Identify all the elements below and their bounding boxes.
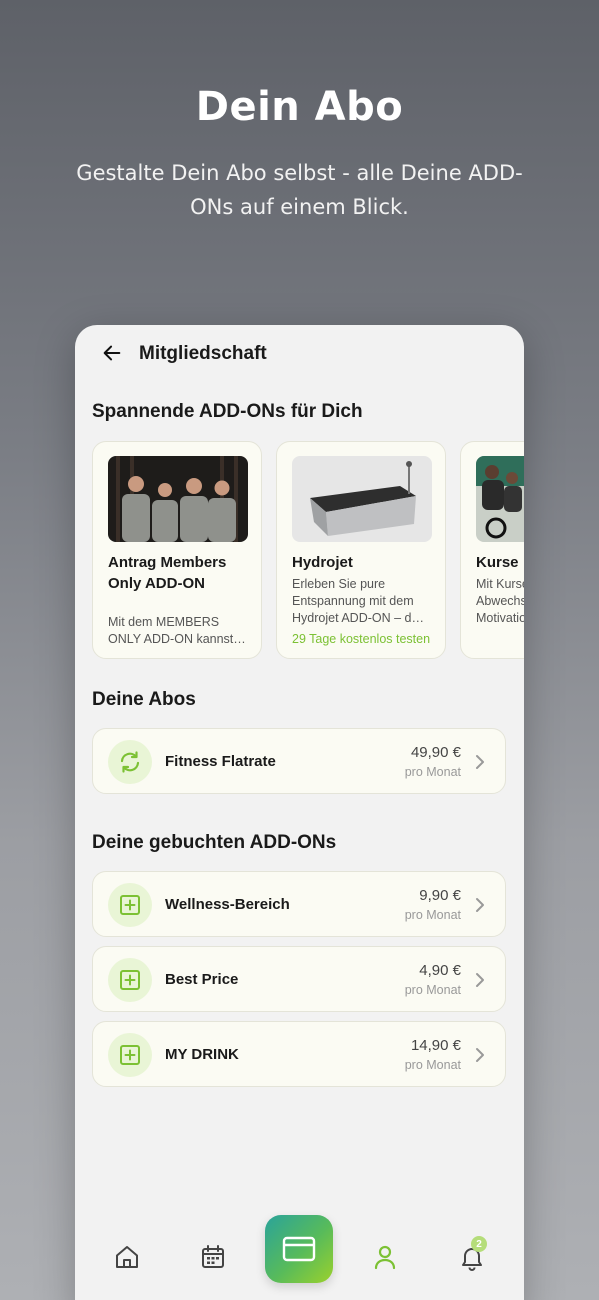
arrow-left-icon[interactable] [101, 342, 123, 364]
addons-section-title: Spannende ADD-ONs für Dich [92, 401, 363, 422]
phone-screen: Mitgliedschaft Spannende ADD-ONs für Dic… [75, 325, 524, 1300]
hero-subtitle: Gestalte Dein Abo selbst - alle Deine AD… [76, 161, 523, 219]
notification-badge: 2 [471, 1236, 487, 1252]
abos-section-title: Deine Abos [92, 689, 196, 710]
addon-price: 9,90 € [419, 887, 461, 904]
profile-icon[interactable] [371, 1243, 399, 1271]
addon-period: pro Monat [404, 908, 461, 922]
addon-title: Antrag Members Only ADD-ON [108, 554, 227, 592]
plus-square-icon [108, 958, 152, 1002]
chevron-right-icon [476, 973, 484, 987]
plus-square-icon [108, 1033, 152, 1077]
card-icon [282, 1236, 316, 1262]
addon-card-kurse[interactable]: Kurse Mit Kursen mehr Abwechslung und Mo… [460, 441, 524, 659]
chevron-right-icon [476, 755, 484, 769]
addon-title: Hydrojet [292, 554, 353, 571]
plus-square-icon [108, 883, 152, 927]
addon-price: 4,90 € [419, 962, 461, 979]
addon-description: Mit Kursen mehr Abwechslung und Motivati… [476, 577, 524, 625]
addon-name: Wellness-Bereich [165, 896, 290, 913]
addon-card-hydrojet[interactable]: Hydrojet Erleben Sie pure Entspannung mi… [276, 441, 446, 659]
abo-period: pro Monat [404, 765, 461, 779]
chevron-right-icon [476, 898, 484, 912]
page-title: Mitgliedschaft [139, 343, 267, 364]
home-icon[interactable] [113, 1243, 141, 1271]
addon-period: pro Monat [404, 983, 461, 997]
chevron-right-icon [476, 1048, 484, 1062]
addon-description: Mit dem MEMBERS ONLY ADD-ON kannst… [108, 615, 246, 646]
abo-item-fitness-flatrate[interactable]: Fitness Flatrate 49,90 € pro Monat [92, 728, 506, 794]
app-bar: Mitgliedschaft [75, 325, 524, 383]
addon-image-kurse [476, 456, 524, 542]
addon-name: MY DRINK [165, 1046, 239, 1063]
refresh-icon [108, 740, 152, 784]
booked-item-my-drink[interactable]: MY DRINK 14,90 € pro Monat [92, 1021, 506, 1087]
booked-section-title: Deine gebuchten ADD-ONs [92, 832, 337, 853]
addon-description: Erleben Sie pure Entspannung mit dem Hyd… [292, 577, 424, 625]
booked-item-best-price[interactable]: Best Price 4,90 € pro Monat [92, 946, 506, 1012]
addon-card-members-only[interactable]: Antrag Members Only ADD-ON Mit dem MEMBE… [92, 441, 262, 659]
bottom-navigation: 2 [75, 1205, 524, 1300]
addon-image-hydrojet [292, 456, 432, 542]
addon-name: Best Price [165, 971, 239, 988]
abo-price: 49,90 € [410, 744, 461, 761]
addon-image-team [108, 456, 248, 542]
calendar-icon[interactable] [199, 1243, 227, 1271]
addon-carousel[interactable]: Antrag Members Only ADD-ON Mit dem MEMBE… [92, 441, 524, 661]
booked-item-wellness[interactable]: Wellness-Bereich 9,90 € pro Monat [92, 871, 506, 937]
addon-price: 14,90 € [410, 1037, 461, 1054]
addon-period: pro Monat [404, 1058, 461, 1072]
addon-trial-label: 29 Tage kostenlos testen [292, 632, 431, 646]
addon-title: Kurse [476, 554, 519, 571]
membership-card-button[interactable] [265, 1215, 333, 1283]
hero-title: Dein Abo [195, 84, 404, 130]
abo-name: Fitness Flatrate [165, 753, 276, 770]
